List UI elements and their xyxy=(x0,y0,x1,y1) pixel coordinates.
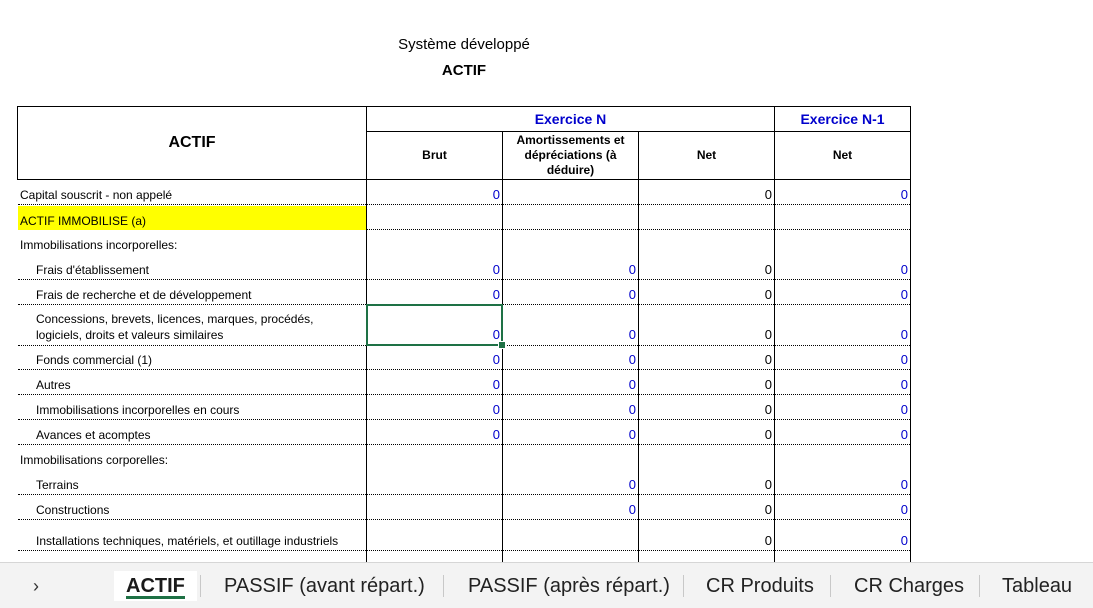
cell-amortissements[interactable]: 0 xyxy=(502,262,636,277)
cell-net-n1[interactable]: 0 xyxy=(774,327,908,342)
header-border-bottom xyxy=(17,179,911,180)
chevron-right-icon[interactable]: › xyxy=(14,573,58,599)
cell-net[interactable]: 0 xyxy=(638,327,772,342)
cell-net-n1[interactable]: 0 xyxy=(774,402,908,417)
cell-net[interactable]: 0 xyxy=(638,427,772,442)
row-divider xyxy=(18,419,910,420)
row-label: Fonds commercial (1) xyxy=(36,353,153,367)
row-divider xyxy=(18,204,910,205)
cell-brut[interactable]: 0 xyxy=(366,402,500,417)
cell-net[interactable]: 0 xyxy=(638,287,772,302)
row-label: Immobilisations incorporelles en cours xyxy=(36,403,240,417)
cell-net-n1[interactable]: 0 xyxy=(774,187,908,202)
row-label: Terrains xyxy=(36,478,79,492)
table-border-right xyxy=(910,106,911,562)
row-divider xyxy=(18,369,910,370)
cell-net-n1[interactable]: 0 xyxy=(774,352,908,367)
table-border-top xyxy=(17,106,911,107)
row-label: Immobilisations incorporelles: xyxy=(20,238,178,252)
cell-brut[interactable]: 0 xyxy=(366,427,500,442)
tab-actif[interactable]: ACTIF xyxy=(114,571,197,601)
row-label: Frais d'établissement xyxy=(36,263,150,277)
cell-brut[interactable]: 0 xyxy=(366,377,500,392)
cell-amortissements[interactable]: 0 xyxy=(502,402,636,417)
cell-amortissements[interactable]: 0 xyxy=(502,352,636,367)
table-border-left xyxy=(17,106,18,180)
row-divider xyxy=(18,279,910,280)
header-amortissements: Amortissements et dépréciations (à dédui… xyxy=(516,133,625,177)
tab-label: ACTIF xyxy=(126,575,185,597)
active-tab-underline xyxy=(126,596,185,599)
cell-net-n1[interactable]: 0 xyxy=(774,287,908,302)
cell-brut[interactable]: 0 xyxy=(366,287,500,302)
row-label: Autres xyxy=(36,378,71,392)
header-exercice-n1: Exercice N-1 xyxy=(800,111,885,127)
cell-amortissements[interactable]: 0 xyxy=(502,287,636,302)
tab-separator xyxy=(830,575,831,597)
row-label: Constructions xyxy=(36,503,110,517)
cell-net[interactable]: 0 xyxy=(638,352,772,367)
row-label: Capital souscrit - non appelé xyxy=(20,188,173,202)
header-exercice-n: Exercice N xyxy=(534,111,607,127)
header-net: Net xyxy=(696,148,717,162)
tab-passif-avant[interactable]: PASSIF (avant répart.) xyxy=(212,571,437,601)
row-label: Concessions, brevets, licences, marques,… xyxy=(36,312,314,342)
row-divider xyxy=(367,229,910,230)
tab-cr-charges[interactable]: CR Charges xyxy=(842,571,976,601)
tab-separator xyxy=(683,575,684,597)
cell-net-n1[interactable]: 0 xyxy=(774,502,908,517)
cell-net-n1[interactable]: 0 xyxy=(774,262,908,277)
fill-handle[interactable] xyxy=(498,341,506,349)
row-divider xyxy=(18,444,910,445)
row-divider xyxy=(18,550,910,551)
cell-net[interactable]: 0 xyxy=(638,262,772,277)
cell-net[interactable]: 0 xyxy=(638,533,772,548)
cell-net[interactable]: 0 xyxy=(638,502,772,517)
cell-net-n1[interactable]: 0 xyxy=(774,533,908,548)
row-divider xyxy=(18,519,910,520)
row-divider xyxy=(18,494,910,495)
row-divider xyxy=(18,394,910,395)
cell-net[interactable]: 0 xyxy=(638,402,772,417)
tab-tableau[interactable]: Tableau xyxy=(990,571,1084,601)
cell-brut[interactable]: 0 xyxy=(366,187,500,202)
header-net-n1: Net xyxy=(832,148,853,162)
cell-amortissements[interactable]: 0 xyxy=(502,502,636,517)
cell-net-n1[interactable]: 0 xyxy=(774,427,908,442)
tab-cr-produits[interactable]: CR Produits xyxy=(694,571,826,601)
cell-net-n1[interactable]: 0 xyxy=(774,477,908,492)
row-label: Installations techniques, matériels, et … xyxy=(36,534,339,548)
cell-net[interactable]: 0 xyxy=(638,187,772,202)
active-cell-selection[interactable] xyxy=(366,304,503,346)
row-label: Frais de recherche et de développement xyxy=(36,288,252,302)
sheet-title: Système développé xyxy=(398,36,530,53)
tab-separator xyxy=(200,575,201,597)
header-actif: ACTIF xyxy=(168,134,216,151)
cell-amortissements[interactable]: 0 xyxy=(502,477,636,492)
cell-amortissements[interactable]: 0 xyxy=(502,427,636,442)
sheet-tab-bar: › ACTIF PASSIF (avant répart.) PASSIF (a… xyxy=(0,562,1093,608)
cell-amortissements[interactable]: 0 xyxy=(502,377,636,392)
row-label: Avances et acomptes xyxy=(36,428,151,442)
cell-amortissements[interactable]: 0 xyxy=(502,327,636,342)
cell-net-n1[interactable]: 0 xyxy=(774,377,908,392)
cell-brut[interactable]: 0 xyxy=(366,352,500,367)
row-label: Immobilisations corporelles: xyxy=(20,453,169,467)
sheet-subtitle: ACTIF xyxy=(441,62,487,79)
tab-passif-apres[interactable]: PASSIF (après répart.) xyxy=(456,571,682,601)
header-brut: Brut xyxy=(422,148,447,162)
row-label: ACTIF IMMOBILISE (a) xyxy=(20,214,147,228)
cell-net[interactable]: 0 xyxy=(638,477,772,492)
cell-net[interactable]: 0 xyxy=(638,377,772,392)
tab-separator xyxy=(979,575,980,597)
tab-separator xyxy=(443,575,444,597)
spreadsheet-grid[interactable]: Système développé ACTIF ACTIF Exercice N… xyxy=(0,0,1093,562)
cell-brut[interactable]: 0 xyxy=(366,262,500,277)
